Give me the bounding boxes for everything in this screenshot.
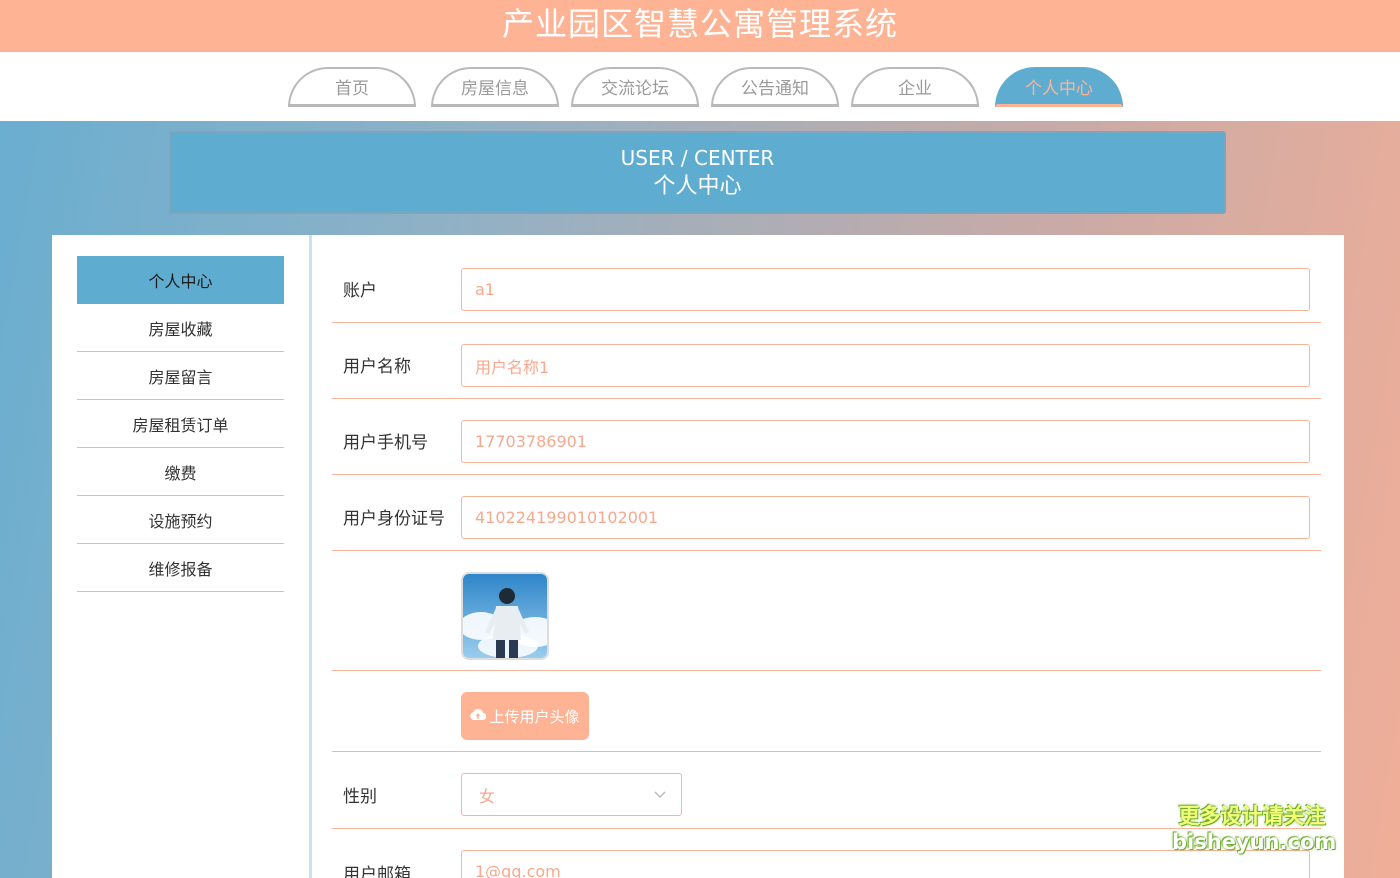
- page-banner: USER / CENTER 个人中心: [169, 131, 1226, 214]
- gender-label: 性别: [343, 787, 377, 807]
- idcard-field[interactable]: 410224199010102001: [461, 496, 1310, 539]
- form-row-username: 用户名称 用户名称1: [332, 323, 1321, 399]
- form-row-idcard: 用户身份证号 410224199010102001: [332, 475, 1321, 551]
- sidebar-item-repair-report[interactable]: 维修报备: [77, 544, 284, 592]
- nav-tab-user-center[interactable]: 个人中心: [995, 67, 1123, 107]
- banner-title-en: USER / CENTER: [620, 145, 775, 170]
- main-nav: 首页 房屋信息 交流论坛 公告通知 企业 个人中心: [0, 52, 1400, 121]
- sidebar-item-payments[interactable]: 缴费: [77, 448, 284, 496]
- chevron-down-icon: [653, 786, 667, 805]
- username-label: 用户名称: [343, 357, 411, 377]
- upload-avatar-label: 上传用户头像: [489, 708, 580, 726]
- sidebar-item-facility-booking[interactable]: 设施预约: [77, 496, 284, 544]
- nav-tab-forum[interactable]: 交流论坛: [571, 67, 699, 107]
- sidebar-item-rental-orders[interactable]: 房屋租赁订单: [77, 400, 284, 448]
- panel-divider: [309, 235, 312, 878]
- watermark: 更多设计请关注 bisheyun.com: [1172, 803, 1337, 855]
- sidebar-item-house-favorites[interactable]: 房屋收藏: [77, 304, 284, 352]
- nav-tab-home[interactable]: 首页: [288, 67, 416, 107]
- account-field[interactable]: a1: [461, 268, 1310, 311]
- upload-avatar-button[interactable]: 上传用户头像: [461, 692, 589, 740]
- user-center-panel: 个人中心 房屋收藏 房屋留言 房屋租赁订单 缴费 设施预约 维修报备 账户 a1…: [52, 235, 1344, 878]
- username-field[interactable]: 用户名称1: [461, 344, 1310, 387]
- profile-form: 账户 a1 用户名称 用户名称1 用户手机号 17703786901 用户身份证…: [332, 247, 1321, 878]
- cloud-upload-icon: [470, 708, 487, 725]
- sidebar-item-house-messages[interactable]: 房屋留言: [77, 352, 284, 400]
- app-title: 产业园区智慧公寓管理系统: [501, 5, 898, 43]
- form-row-upload: 上传用户头像: [332, 671, 1321, 752]
- watermark-line2: bisheyun.com: [1172, 830, 1337, 854]
- nav-tab-enterprise[interactable]: 企业: [851, 67, 979, 107]
- app-header: 产业园区智慧公寓管理系统: [0, 0, 1400, 52]
- gender-value: 女: [479, 786, 496, 806]
- form-row-avatar: [332, 551, 1321, 671]
- idcard-label: 用户身份证号: [343, 509, 445, 529]
- phone-field[interactable]: 17703786901: [461, 420, 1310, 463]
- banner-title-cn: 个人中心: [653, 173, 742, 199]
- sidebar-item-user-center[interactable]: 个人中心: [77, 256, 284, 304]
- nav-tab-notice[interactable]: 公告通知: [711, 67, 839, 107]
- email-label: 用户邮箱: [343, 865, 411, 878]
- phone-label: 用户手机号: [343, 433, 428, 453]
- account-label: 账户: [343, 281, 377, 301]
- form-row-account: 账户 a1: [332, 247, 1321, 323]
- nav-tab-house-info[interactable]: 房屋信息: [431, 67, 559, 107]
- watermark-line1: 更多设计请关注: [1178, 804, 1326, 828]
- avatar: [461, 572, 549, 660]
- gender-select[interactable]: 女: [461, 773, 682, 816]
- sidebar-menu: 个人中心 房屋收藏 房屋留言 房屋租赁订单 缴费 设施预约 维修报备: [77, 256, 284, 592]
- form-row-phone: 用户手机号 17703786901: [332, 399, 1321, 475]
